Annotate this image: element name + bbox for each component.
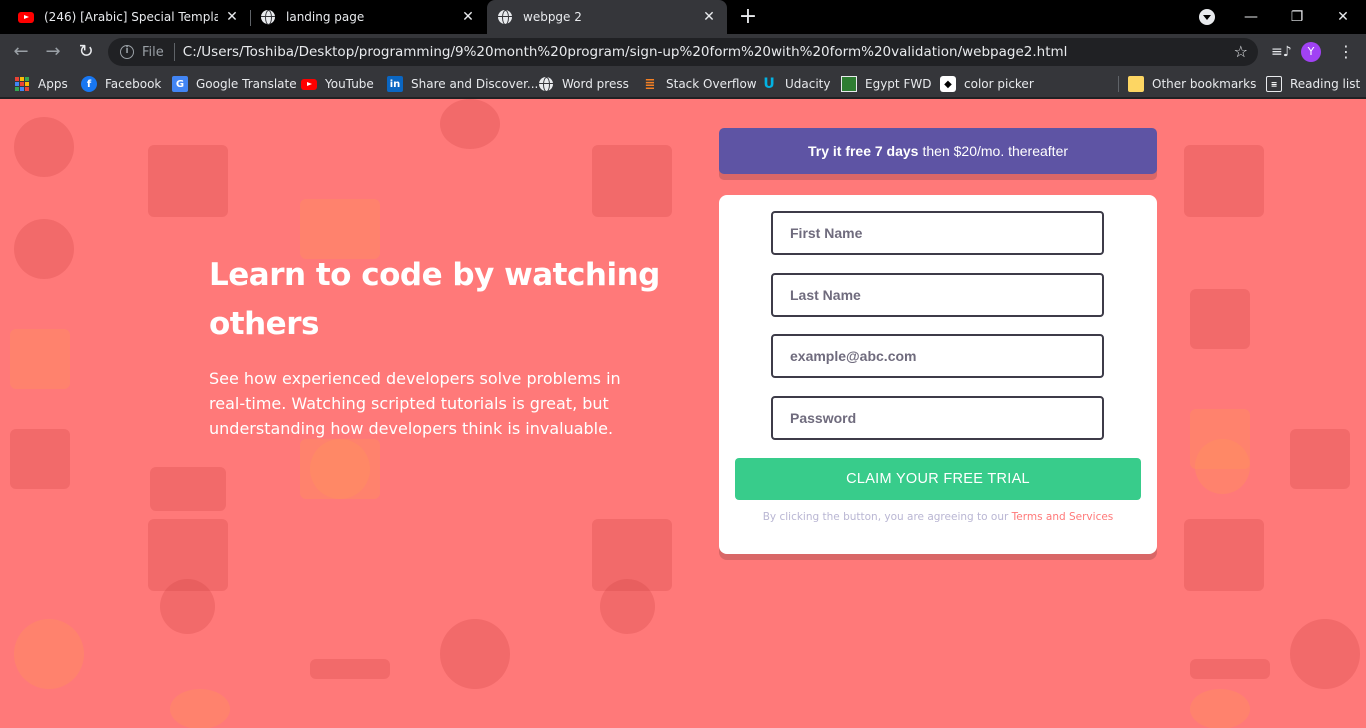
tab-title: landing page [286, 10, 365, 24]
bookmark-label: Word press [562, 77, 629, 91]
first-name-input[interactable] [771, 211, 1104, 255]
close-window-icon[interactable]: ✕ [1320, 0, 1366, 34]
bookmark-label: Other bookmarks [1152, 77, 1257, 91]
terms-prefix: By clicking the button, you are agreeing… [762, 511, 1009, 523]
browser-toolbar: ← → ↻ i File C:/Users/Toshiba/Desktop/pr… [0, 34, 1366, 70]
password-input[interactable] [771, 396, 1104, 440]
reload-icon[interactable]: ↻ [73, 39, 99, 65]
egypt-fwd-icon [841, 76, 857, 92]
url-separator [173, 43, 175, 61]
address-bar[interactable]: i File C:/Users/Toshiba/Desktop/programm… [108, 38, 1258, 66]
hero-title: Learn to code by watching others [209, 257, 660, 342]
bookmark-udacity[interactable]: U Udacity [761, 74, 831, 94]
bookmark-label: Stack Overflow [666, 77, 757, 91]
bookmark-stack-overflow[interactable]: ≣ Stack Overflow [642, 74, 757, 94]
bookmark-color-picker[interactable]: ◆ color picker [940, 74, 1034, 94]
media-control-icon[interactable]: ≡♪ [1271, 43, 1292, 61]
udacity-icon: U [763, 76, 775, 92]
close-icon[interactable]: ✕ [460, 9, 476, 25]
bookmark-label: Apps [38, 77, 68, 91]
tab-title: webpge 2 [523, 10, 582, 24]
color-picker-icon: ◆ [940, 76, 956, 92]
url-text[interactable]: C:/Users/Toshiba/Desktop/programming/9%2… [183, 44, 1068, 60]
terms-link[interactable]: Terms and Services [1012, 511, 1114, 523]
reading-list[interactable]: ≡ Reading list [1266, 74, 1360, 94]
bookmark-star-icon[interactable]: ☆ [1234, 42, 1248, 62]
bookmark-wordpress[interactable]: Word press [538, 74, 629, 94]
forward-arrow-icon[interactable]: → [40, 39, 66, 65]
tab-youtube-template[interactable]: (246) [Arabic] Special Template # ✕ [8, 0, 250, 34]
minimize-icon[interactable]: — [1228, 0, 1274, 34]
close-icon[interactable]: ✕ [701, 9, 717, 25]
bookmark-linkedin[interactable]: in Share and Discover... [387, 74, 538, 94]
google-translate-icon: G [172, 76, 188, 92]
facebook-icon: f [81, 76, 97, 92]
stack-overflow-icon: ≣ [644, 76, 656, 92]
bookmark-label: Facebook [105, 77, 162, 91]
claim-free-trial-button[interactable]: CLAIM YOUR FREE TRIAL [735, 458, 1141, 500]
bookmark-label: Egypt FWD [865, 77, 932, 91]
bookmark-label: Share and Discover... [411, 77, 539, 91]
youtube-icon [18, 9, 34, 25]
bookmarks-bar: Apps f Facebook G Google Translate YouTu… [0, 70, 1366, 98]
reading-list-icon: ≡ [1266, 76, 1282, 92]
close-icon[interactable]: ✕ [224, 9, 240, 25]
email-input[interactable] [771, 334, 1104, 378]
other-bookmarks[interactable]: Other bookmarks [1128, 74, 1256, 94]
globe-icon [497, 9, 513, 25]
last-name-input[interactable] [771, 273, 1104, 317]
youtube-icon [301, 76, 317, 92]
free-trial-banner: Try it free 7 days then $20/mo. thereaft… [719, 128, 1157, 174]
linkedin-icon: in [387, 76, 403, 92]
tab-webpge-2[interactable]: webpge 2 ✕ [487, 0, 727, 34]
terms-notice: By clicking the button, you are agreeing… [719, 511, 1157, 523]
new-tab-button[interactable]: + [738, 6, 758, 28]
globe-icon [538, 76, 554, 92]
globe-icon [260, 9, 276, 25]
hero-description: See how experienced developers solve pro… [209, 369, 621, 438]
bookmark-egypt-fwd[interactable]: Egypt FWD [841, 74, 931, 94]
back-arrow-icon[interactable]: ← [8, 39, 34, 65]
bookmark-apps[interactable]: Apps [14, 74, 68, 94]
avatar[interactable]: Y [1301, 42, 1321, 62]
bookmark-google-translate[interactable]: G Google Translate [172, 74, 297, 94]
bookmark-label: YouTube [325, 77, 374, 91]
bookmark-label: Udacity [785, 77, 831, 91]
tab-title: (246) [Arabic] Special Template # [44, 10, 218, 24]
promo-bold-text: Try it free 7 days [807, 143, 919, 159]
signup-form: CLAIM YOUR FREE TRIAL By clicking the bu… [719, 195, 1157, 554]
apps-grid-icon [14, 76, 30, 92]
menu-kebab-icon[interactable]: ⋮ [1338, 43, 1354, 61]
bookmark-label: color picker [964, 77, 1034, 91]
bookmark-facebook[interactable]: f Facebook [81, 74, 161, 94]
tab-strip: (246) [Arabic] Special Template # ✕ land… [0, 0, 1366, 34]
bookmark-label: Reading list [1290, 77, 1361, 91]
tab-search-icon[interactable] [1199, 9, 1215, 25]
folder-icon [1128, 76, 1144, 92]
tab-landing-page[interactable]: landing page ✕ [250, 0, 486, 34]
bookmark-youtube[interactable]: YouTube [301, 74, 374, 94]
info-icon[interactable]: i [120, 45, 134, 59]
bookmark-label: Google Translate [196, 77, 297, 91]
promo-text: then $20/mo. thereafter [922, 143, 1069, 159]
bookmarks-separator [1118, 76, 1119, 92]
file-label: File [142, 44, 164, 60]
restore-icon[interactable]: ❐ [1274, 0, 1320, 34]
page-content: Learn to code by watching others See how… [0, 99, 1366, 728]
